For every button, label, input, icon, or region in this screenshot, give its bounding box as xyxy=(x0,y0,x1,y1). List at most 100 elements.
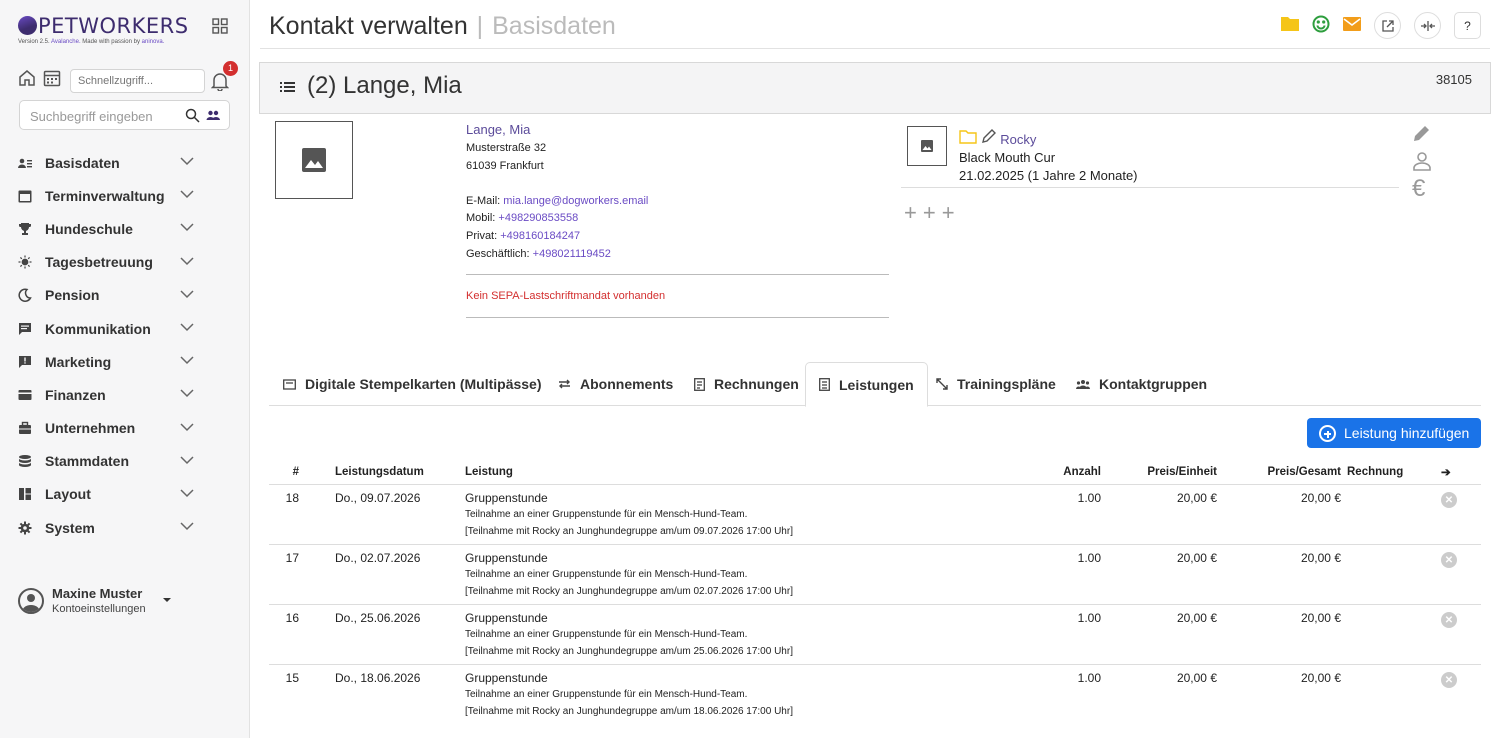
nav-layout[interactable]: Layout xyxy=(18,478,238,511)
search-box[interactable]: Suchbegriff eingeben xyxy=(19,100,230,130)
apps-grid-icon[interactable] xyxy=(212,18,228,34)
dog-photo-placeholder[interactable] xyxy=(907,126,947,166)
mail-icon[interactable] xyxy=(1343,17,1361,31)
row-service: Gruppenstunde Teilnahme an einer Gruppen… xyxy=(465,544,915,605)
col-date[interactable]: Leistungsdatum xyxy=(299,460,465,485)
smile-icon[interactable] xyxy=(1312,15,1330,33)
contact-name-link[interactable]: Lange, Mia xyxy=(466,122,648,138)
gear-icon xyxy=(18,521,32,535)
services-table: # Leistungsdatum Leistung Anzahl Preis/E… xyxy=(269,460,1481,725)
table-row[interactable]: 18 Do., 09.07.2026 Gruppenstunde Teilnah… xyxy=(269,484,1481,545)
repeat-icon xyxy=(559,379,570,389)
calendar-icon[interactable] xyxy=(43,69,61,87)
external-link-icon xyxy=(1381,19,1394,32)
col-unit-price[interactable]: Preis/Einheit xyxy=(1101,460,1217,485)
remove-icon[interactable]: ✕ xyxy=(1441,492,1457,508)
row-unit-price: 20,00 € xyxy=(1101,544,1217,605)
chevron-down-icon xyxy=(180,522,194,531)
row-total-price: 20,00 € xyxy=(1217,484,1341,545)
account-settings-link[interactable]: Kontoeinstellungen xyxy=(52,603,146,615)
nav-basisdaten[interactable]: Basisdaten xyxy=(18,146,238,179)
tab-abonnements[interactable]: Abonnements xyxy=(558,362,673,406)
search-placeholder: Suchbegriff eingeben xyxy=(30,109,153,124)
add-pet-icon[interactable]: + xyxy=(923,200,942,225)
tab-rechnungen[interactable]: Rechnungen xyxy=(694,362,799,406)
list-icon[interactable] xyxy=(280,81,295,93)
search-icon[interactable] xyxy=(185,108,200,123)
col-invoice[interactable]: Rechnung xyxy=(1341,460,1441,485)
col-num[interactable]: # xyxy=(269,460,299,485)
add-pet-slots: +++ xyxy=(904,200,961,226)
quick-access-input[interactable] xyxy=(70,69,205,93)
euro-icon[interactable]: € xyxy=(1412,175,1425,203)
caret-down-icon[interactable] xyxy=(163,598,171,602)
col-total-price[interactable]: Preis/Gesamt xyxy=(1217,460,1341,485)
col-arrow[interactable]: ➔ xyxy=(1441,460,1481,485)
resize-button[interactable] xyxy=(1414,12,1441,39)
row-date: Do., 18.06.2026 xyxy=(335,671,421,685)
tab-trainingsplaene[interactable]: Trainingspläne xyxy=(936,362,1056,406)
dog-name-link[interactable]: Rocky xyxy=(1000,132,1036,147)
add-pet-icon[interactable]: + xyxy=(942,200,961,225)
add-pet-icon[interactable]: + xyxy=(904,200,923,225)
table-row[interactable]: 16 Do., 25.06.2026 Gruppenstunde Teilnah… xyxy=(269,604,1481,665)
tab-leistungen[interactable]: Leistungen xyxy=(805,362,928,407)
mobile-row: Mobil: +498290853558 xyxy=(466,212,579,225)
nav-hundeschule[interactable]: Hundeschule xyxy=(18,212,238,245)
folder-icon[interactable] xyxy=(1281,16,1299,31)
header-divider xyxy=(260,48,1490,49)
contacts-icon xyxy=(18,158,32,168)
person-icon[interactable] xyxy=(1412,151,1432,171)
service-desc: Teilnahme an einer Gruppenstunde für ein… xyxy=(465,569,748,580)
col-qty[interactable]: Anzahl xyxy=(915,460,1101,485)
service-title: Gruppenstunde xyxy=(465,611,548,625)
nav-unternehmen[interactable]: Unternehmen xyxy=(18,412,238,445)
pencil-icon[interactable] xyxy=(981,128,997,144)
company-icon xyxy=(19,421,31,435)
nav-kommunikation[interactable]: Kommunikation xyxy=(18,312,238,345)
business-phone-link[interactable]: +498021119452 xyxy=(533,248,611,260)
row-date: Do., 09.07.2026 xyxy=(299,484,465,545)
nav-pension[interactable]: Pension xyxy=(18,279,238,312)
logo-mark-icon xyxy=(18,16,37,35)
chevron-down-icon xyxy=(180,422,194,431)
logo[interactable]: PETWORKERS Version 2.5. Avalanche. Made … xyxy=(18,14,189,45)
contact-number: 38105 xyxy=(1435,72,1472,87)
remove-icon[interactable]: ✕ xyxy=(1441,552,1457,568)
remove-icon[interactable]: ✕ xyxy=(1441,612,1457,628)
tab-kontaktgruppen[interactable]: Kontaktgruppen xyxy=(1076,362,1207,406)
credit-card-icon xyxy=(18,389,32,400)
user-name: Maxine Muster xyxy=(52,586,143,601)
email-link[interactable]: mia.lange@dogworkers.email xyxy=(503,195,648,207)
nav-tagesbetreuung[interactable]: Tagesbetreuung xyxy=(18,246,238,279)
remove-icon[interactable]: ✕ xyxy=(1441,672,1457,688)
open-external-button[interactable] xyxy=(1374,12,1401,39)
nav-label: Finanzen xyxy=(45,386,106,403)
nav-system[interactable]: System xyxy=(18,511,238,544)
nav-label: Hundeschule xyxy=(45,220,133,237)
chevron-down-icon xyxy=(180,290,194,298)
nav-marketing[interactable]: Marketing xyxy=(18,345,238,378)
mobile-phone-link[interactable]: +498290853558 xyxy=(498,212,578,224)
plus-circle-icon xyxy=(1319,424,1336,442)
nav-terminverwaltung[interactable]: Terminverwaltung xyxy=(18,179,238,212)
add-service-button[interactable]: Leistung hinzufügen xyxy=(1307,418,1481,448)
edit-pencil-icon[interactable] xyxy=(1412,123,1432,143)
private-phone-link[interactable]: +498160184247 xyxy=(500,230,580,242)
expand-icon xyxy=(936,378,948,390)
help-button[interactable]: ? xyxy=(1454,12,1481,39)
folder-outline-icon[interactable] xyxy=(959,130,977,144)
table-row[interactable]: 15 Do., 18.06.2026 Gruppenstunde Teilnah… xyxy=(269,665,1481,725)
nav-finanzen[interactable]: Finanzen xyxy=(18,378,238,411)
table-row[interactable]: 17 Do., 02.07.2026 Gruppenstunde Teilnah… xyxy=(269,544,1481,605)
home-icon[interactable] xyxy=(18,69,36,87)
info-divider xyxy=(466,274,889,275)
tab-stempelkarten[interactable]: Digitale Stempelkarten (Multipässe) xyxy=(283,362,542,406)
col-service[interactable]: Leistung xyxy=(465,460,915,485)
people-search-icon[interactable] xyxy=(206,108,220,122)
nav-stammdaten[interactable]: Stammdaten xyxy=(18,445,238,478)
notification-badge: 1 xyxy=(223,61,238,76)
contact-photo-placeholder[interactable] xyxy=(275,121,353,199)
row-total-price: 20,00 € xyxy=(1300,671,1341,685)
page-title: Kontakt verwalten | Basisdaten xyxy=(269,12,616,40)
